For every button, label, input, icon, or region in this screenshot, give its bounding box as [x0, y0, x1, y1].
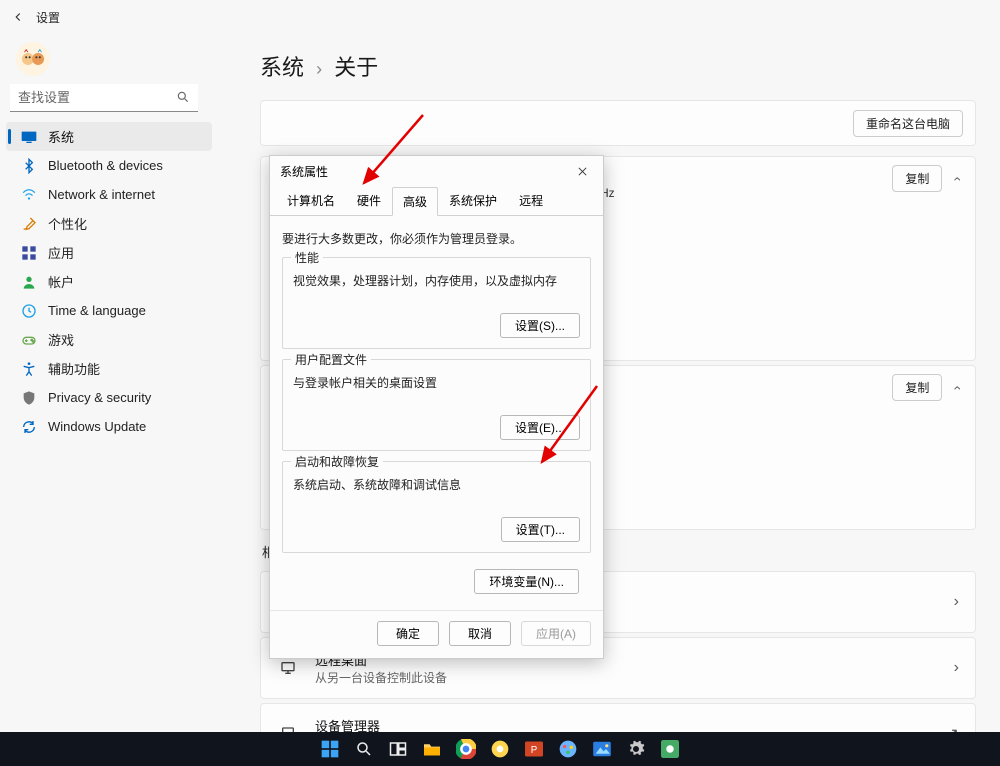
apps-icon: [20, 244, 38, 262]
monitor-icon: [20, 128, 38, 146]
sidebar-item-label: 辅助功能: [48, 359, 100, 378]
chevron-right-icon: ›: [954, 659, 959, 677]
devmgr-icon: [277, 723, 299, 732]
sidebar-item-label: Windows Update: [48, 419, 146, 434]
sidebar-item-3[interactable]: 个性化: [6, 209, 212, 238]
search-input[interactable]: [10, 84, 198, 112]
group-2: 启动和故障恢复系统启动、系统故障和调试信息设置(T)...: [282, 461, 591, 553]
update-icon: [20, 418, 38, 436]
dialog-tab-4[interactable]: 远程: [508, 186, 554, 215]
shield-icon: [20, 389, 38, 407]
chrome-icon[interactable]: [453, 736, 479, 762]
settings-icon[interactable]: [623, 736, 649, 762]
paint-icon[interactable]: [555, 736, 581, 762]
explorer-icon[interactable]: [419, 736, 445, 762]
env-vars-button[interactable]: 环境变量(N)...: [474, 569, 579, 594]
group-settings-button-1[interactable]: 设置(E)...: [500, 415, 580, 440]
sidebar-item-6[interactable]: Time & language: [6, 296, 212, 325]
brush-icon: [20, 215, 38, 233]
close-icon[interactable]: [571, 162, 593, 180]
sidebar-item-9[interactable]: Privacy & security: [6, 383, 212, 412]
sidebar-item-label: 个性化: [48, 214, 87, 233]
group-desc: 视觉效果，处理器计划，内存使用，以及虚拟内存: [293, 272, 580, 289]
sidebar-item-7[interactable]: 游戏: [6, 325, 212, 354]
gamepad-icon: [20, 331, 38, 349]
sidebar-item-label: 游戏: [48, 330, 74, 349]
apply-button[interactable]: 应用(A): [521, 621, 591, 646]
sidebar-item-10[interactable]: Windows Update: [6, 412, 212, 441]
svg-text:P: P: [531, 745, 538, 756]
sidebar-item-4[interactable]: 应用: [6, 238, 212, 267]
sidebar-item-label: 应用: [48, 243, 74, 262]
breadcrumb-current: 关于: [334, 55, 378, 80]
group-0: 性能视觉效果，处理器计划，内存使用，以及虚拟内存设置(S)...: [282, 257, 591, 349]
bluetooth-icon: [20, 157, 38, 175]
group-desc: 与登录帐户相关的桌面设置: [293, 374, 580, 391]
dialog-title: 系统属性: [280, 163, 328, 180]
group-settings-button-0[interactable]: 设置(S)...: [500, 313, 580, 338]
search-icon[interactable]: [351, 736, 377, 762]
related-sub: 从另一台设备控制此设备: [315, 669, 938, 686]
sidebar-item-label: 系统: [48, 127, 74, 146]
group-settings-button-2[interactable]: 设置(T)...: [501, 517, 580, 542]
person-icon: [20, 273, 38, 291]
copy-button-2[interactable]: 复制: [892, 374, 942, 401]
start-icon[interactable]: [317, 736, 343, 762]
dialog-tabs: 计算机名硬件高级系统保护远程: [270, 186, 603, 216]
app-title: 设置: [36, 9, 60, 26]
sidebar-item-2[interactable]: Network & internet: [6, 180, 212, 209]
breadcrumb-root[interactable]: 系统: [260, 55, 304, 80]
group-1: 用户配置文件与登录帐户相关的桌面设置设置(E)...: [282, 359, 591, 451]
clock-icon: [20, 302, 38, 320]
remote-icon: [277, 657, 299, 679]
dialog-tab-1[interactable]: 硬件: [346, 186, 392, 215]
search-icon: [176, 90, 190, 109]
system-properties-dialog: 系统属性 计算机名硬件高级系统保护远程 要进行大多数更改，你必须作为管理员登录。…: [269, 155, 604, 659]
group-legend: 用户配置文件: [291, 351, 371, 368]
accessibility-icon: [20, 360, 38, 378]
cancel-button[interactable]: 取消: [449, 621, 511, 646]
chevron-up-icon[interactable]: ‹: [951, 176, 967, 181]
dialog-tab-0[interactable]: 计算机名: [276, 186, 346, 215]
nav-list: 系统 Bluetooth & devices Network & internet 个…: [0, 122, 218, 441]
rename-panel: 重命名这台电脑: [260, 100, 976, 146]
group-legend: 启动和故障恢复: [291, 453, 383, 470]
photos-icon[interactable]: [589, 736, 615, 762]
sidebar-item-1[interactable]: Bluetooth & devices: [6, 151, 212, 180]
chrome-canary-icon[interactable]: [487, 736, 513, 762]
wifi-icon: [20, 186, 38, 204]
breadcrumb: 系统 › 关于: [260, 50, 976, 82]
sidebar-item-label: Privacy & security: [48, 390, 151, 405]
taskview-icon[interactable]: [385, 736, 411, 762]
back-button[interactable]: [4, 3, 32, 31]
copy-button-1[interactable]: 复制: [892, 165, 942, 192]
ok-button[interactable]: 确定: [377, 621, 439, 646]
sidebar-item-label: Time & language: [48, 303, 146, 318]
chevron-up-icon[interactable]: ‹: [951, 385, 967, 390]
related-item-2[interactable]: 设备管理器打印机和其他驱动程序、硬件属性↗: [260, 703, 976, 732]
chevron-right-icon: ›: [316, 59, 322, 79]
related-title: 设备管理器: [315, 716, 930, 732]
open-external-icon: ↗: [946, 724, 959, 732]
sidebar-item-label: 帐户: [48, 272, 74, 291]
rename-pc-button[interactable]: 重命名这台电脑: [853, 110, 963, 137]
powerpoint-icon[interactable]: P: [521, 736, 547, 762]
app-icon[interactable]: [657, 736, 683, 762]
sidebar-item-label: Bluetooth & devices: [48, 158, 163, 173]
sidebar-item-8[interactable]: 辅助功能: [6, 354, 212, 383]
sidebar-item-label: Network & internet: [48, 187, 155, 202]
search-container: [10, 84, 208, 112]
dialog-tab-2[interactable]: 高级: [392, 187, 438, 216]
group-desc: 系统启动、系统故障和调试信息: [293, 476, 580, 493]
chevron-right-icon: ›: [954, 593, 959, 611]
group-legend: 性能: [291, 249, 323, 266]
dialog-tab-3[interactable]: 系统保护: [438, 186, 508, 215]
avatar[interactable]: [16, 42, 50, 76]
sidebar-item-0[interactable]: 系统: [6, 122, 212, 151]
sidebar-item-5[interactable]: 帐户: [6, 267, 212, 296]
admin-note: 要进行大多数更改，你必须作为管理员登录。: [282, 230, 591, 247]
taskbar: P: [0, 732, 1000, 766]
